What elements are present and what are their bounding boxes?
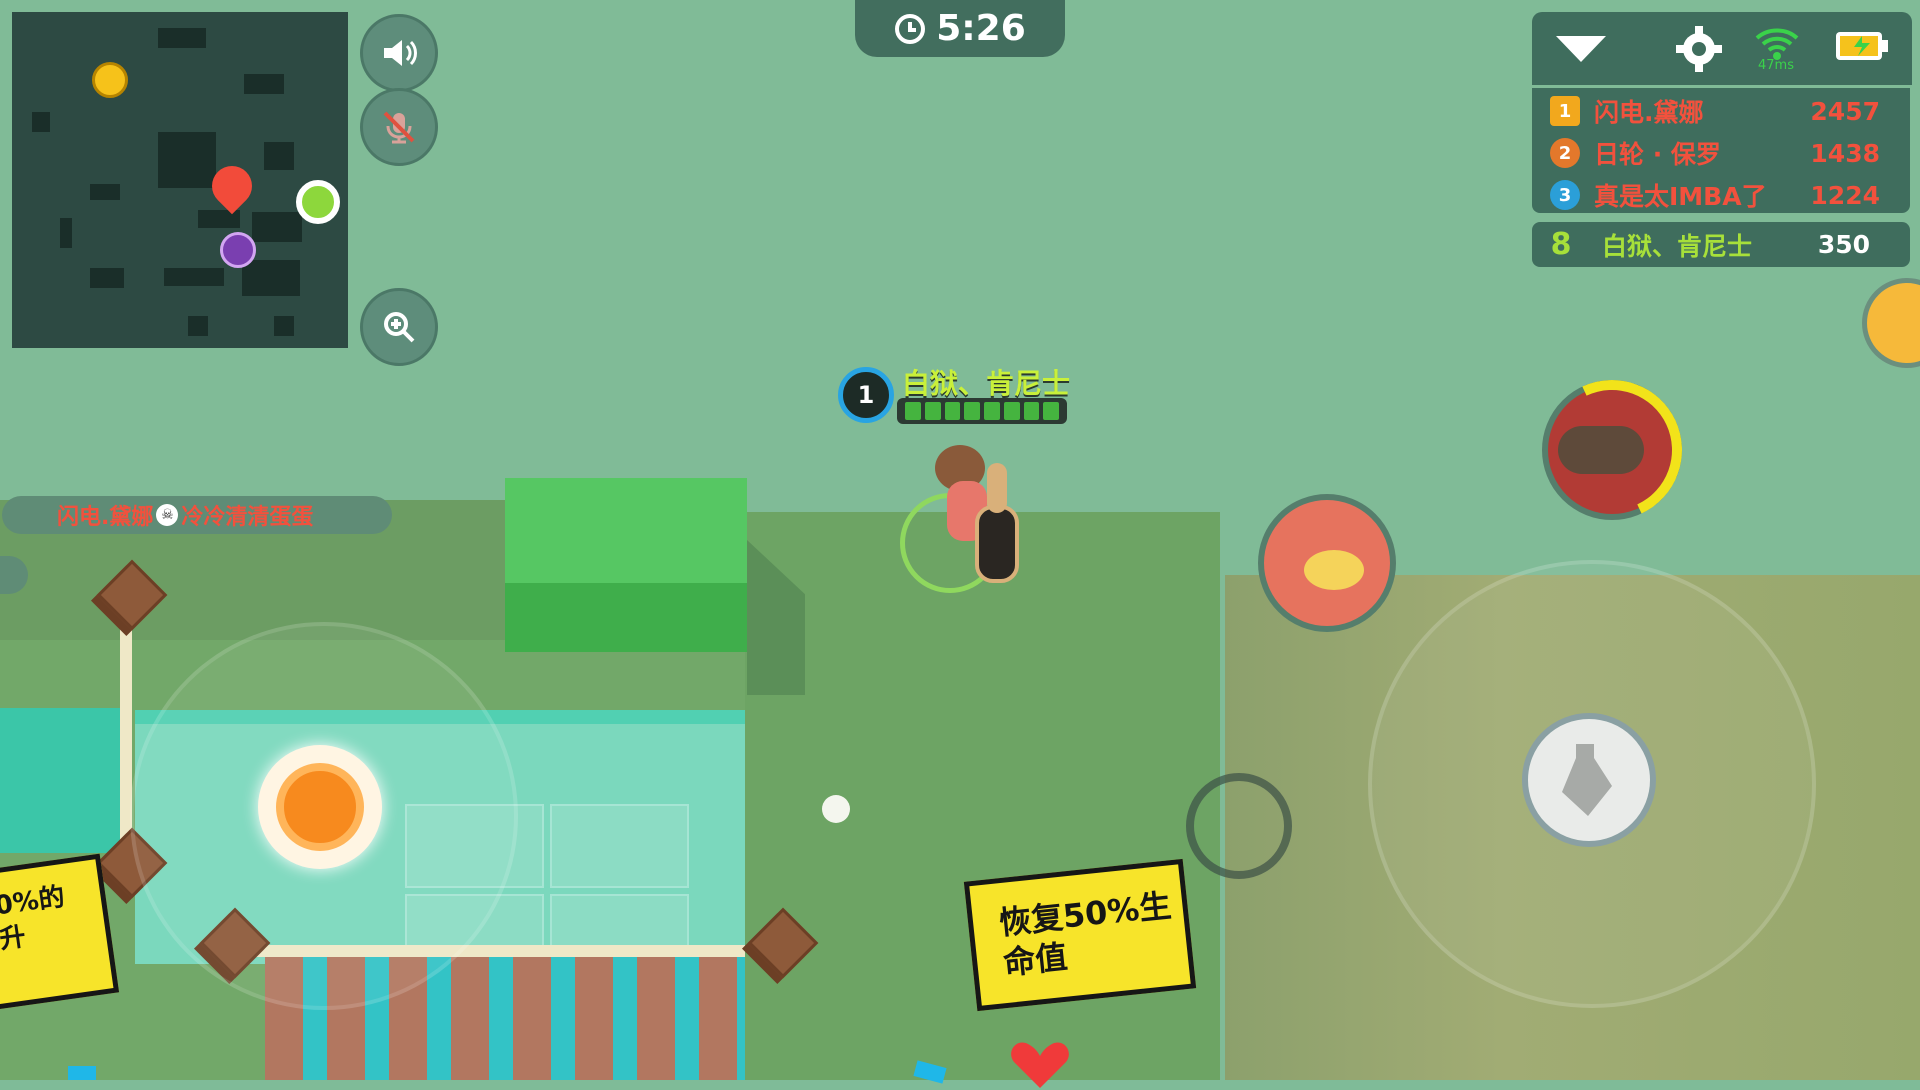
gear-icon[interactable] — [1674, 24, 1724, 74]
heart-icon — [1011, 1042, 1069, 1088]
crown-icon: 1 — [1550, 96, 1580, 126]
heal-tip-bubble: 恢复50%生命值 — [963, 858, 1197, 1012]
hp-segment — [1043, 402, 1059, 420]
rank-badge: 3 — [1550, 180, 1580, 210]
player-character — [935, 445, 1020, 585]
leaderboard-score: 1438 — [1810, 138, 1880, 168]
hp-segment — [924, 402, 941, 420]
left-tip-bubble: 0%的 升 — [0, 853, 120, 1011]
my-rank: 8 — [1550, 227, 1572, 262]
player-name: 白狱、肯尼士 — [902, 367, 1071, 400]
timer-value: 5:26 — [936, 8, 1026, 49]
my-name: 白狱、肯尼士 — [1602, 231, 1753, 261]
leaderboard-row: 3 真是太IMBA了 1224 — [1532, 174, 1910, 216]
minimap-lightbulb-icon — [92, 62, 128, 98]
hp-segment — [944, 402, 961, 420]
leaderboard-score: 1224 — [1810, 180, 1880, 210]
move-joystick-knob[interactable] — [258, 745, 382, 869]
leaderboard-name: 真是太IMBA了 — [1594, 182, 1767, 211]
cancel-ring[interactable] — [1186, 773, 1292, 879]
attack-button[interactable] — [1522, 713, 1656, 847]
leaderboard: 1 闪电.黛娜 2457 2 日轮 · 保罗 1438 3 真是太IMBA了 1… — [1532, 88, 1910, 213]
hedge-bush-top — [505, 478, 747, 583]
killfeed-victim: 冷冷清清蛋蛋 — [181, 505, 314, 530]
leaderboard-row: 2 日轮 · 保罗 1438 — [1532, 132, 1910, 174]
wifi-icon — [1755, 28, 1799, 60]
leaderboard-name: 闪电.黛娜 — [1594, 98, 1704, 127]
clock-icon — [895, 13, 926, 44]
player-level-badge: 1 — [838, 367, 894, 423]
hp-segment — [964, 402, 980, 420]
player-hp-bar — [897, 398, 1067, 424]
pool-edge-left — [0, 708, 125, 853]
minimap[interactable] — [12, 12, 348, 348]
zoom-in-icon[interactable] — [360, 288, 438, 366]
minimap-player-marker — [296, 180, 340, 224]
match-timer: 5:26 — [855, 0, 1065, 57]
battery-icon — [1836, 32, 1888, 60]
hp-segment — [984, 402, 1000, 420]
my-score: 350 — [1817, 230, 1870, 259]
skill-special-button[interactable] — [1258, 494, 1396, 632]
gem-icon — [68, 1066, 96, 1080]
status-bar: 47ms — [1532, 12, 1912, 85]
rank-badge: 2 — [1550, 138, 1580, 168]
leaderboard-name: 日轮 · 保罗 — [1594, 140, 1721, 169]
skull-icon: ☠ — [156, 504, 179, 526]
bottle-icon — [1562, 744, 1612, 816]
leaderboard-score: 2457 — [1810, 96, 1880, 126]
hp-segment — [905, 402, 921, 420]
killfeed-killer: 闪电.黛娜 — [57, 505, 154, 530]
dropdown-icon[interactable] — [1554, 32, 1608, 64]
ping-value: 47ms — [1758, 58, 1794, 73]
leaderboard-row: 1 闪电.黛娜 2457 — [1532, 90, 1910, 132]
sound-icon[interactable] — [360, 14, 438, 92]
hp-segment — [1003, 402, 1020, 420]
kill-feed: 闪电.黛娜 ☠ 冷冷清清蛋蛋 — [2, 496, 392, 534]
my-rank-row: 8 白狱、肯尼士 350 — [1532, 222, 1910, 267]
mic-muted-icon[interactable] — [360, 88, 438, 166]
flower-icon — [822, 795, 850, 823]
minimap-purple-marker — [220, 232, 256, 268]
hp-segment — [1023, 402, 1040, 420]
